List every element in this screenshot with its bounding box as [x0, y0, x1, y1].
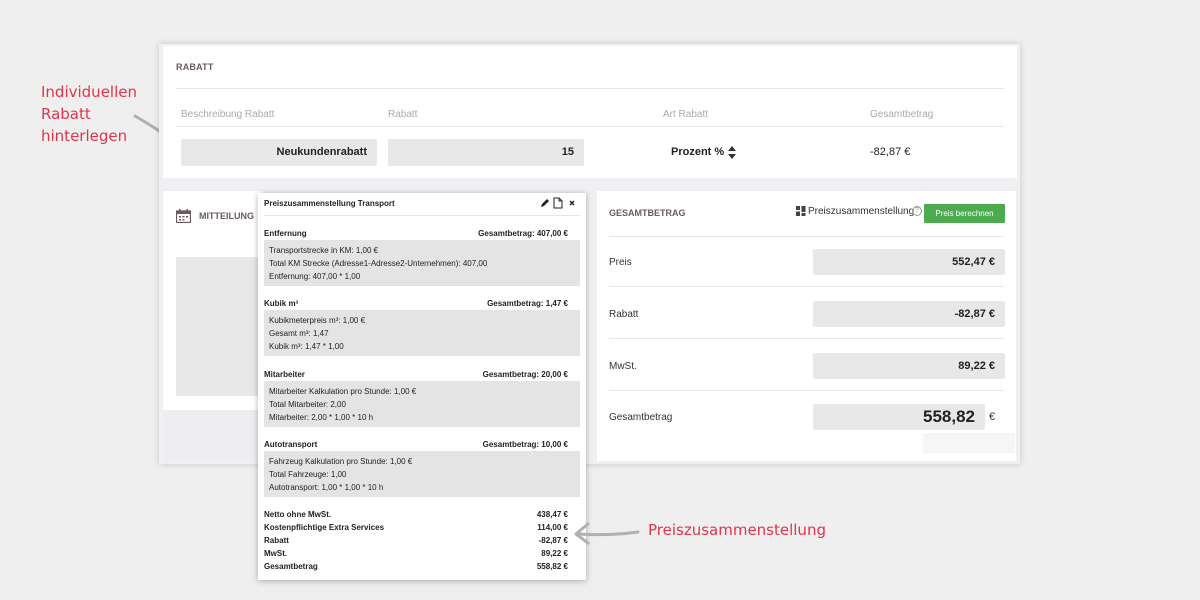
- section-autotransport-total: Gesamtbetrag: 10,00 €: [482, 440, 568, 449]
- arrow-icon: [574, 522, 640, 545]
- gesamtbetrag-value[interactable]: 558,82: [813, 404, 985, 430]
- summary-value: -82,87 €: [538, 536, 568, 545]
- detail-line: Entfernung: 407,00 * 1,00: [269, 272, 361, 281]
- col-header-art: Art Rabatt: [663, 109, 709, 120]
- annotation-rabatt: Individuellen Rabatt hinterlegen: [41, 81, 137, 147]
- help-icon[interactable]: ?: [912, 206, 922, 216]
- summary-label: Rabatt: [264, 536, 289, 545]
- summary-value: 89,22 €: [541, 549, 568, 558]
- col-header-gesamtbetrag: Gesamtbetrag: [870, 109, 934, 120]
- gesamtbetrag-card: GESAMTBETRAG Preiszusammenstellung ? Pre…: [597, 191, 1016, 461]
- mitteilung-title: MITTEILUNG: [199, 211, 254, 221]
- section-entfernung-details: Transportstrecke in KM: 1,00 € Total KM …: [264, 240, 580, 286]
- detail-line: Fahrzeug Kalkulation pro Stunde: 1,00 €: [269, 457, 413, 466]
- section-kubik-total: Gesamtbetrag: 1,47 €: [487, 299, 568, 308]
- section-kubik-title: Kubik m³: [264, 299, 299, 308]
- detail-line: Mitarbeiter: 2,00 * 1,00 * 10 h: [269, 413, 374, 422]
- currency-symbol: €: [989, 411, 996, 423]
- calendar-icon: [176, 209, 191, 223]
- rabatt-input[interactable]: 15: [388, 139, 584, 166]
- summary-row: Netto ohne MwSt. 438,47 €: [264, 510, 568, 519]
- preiszusammenstellung-popup: Preiszusammenstellung Transport Entfernu…: [258, 193, 586, 580]
- divider: [609, 286, 1004, 287]
- detail-line: Transportstrecke in KM: 1,00 €: [269, 246, 379, 255]
- close-icon[interactable]: [569, 200, 575, 206]
- summary-label: Netto ohne MwSt.: [264, 510, 332, 519]
- summary-value: 558,82 €: [536, 562, 568, 571]
- detail-line: Autotransport: 1,00 * 1,00 * 10 h: [269, 483, 384, 492]
- rabatt-gesamtbetrag: -82,87 €: [870, 146, 911, 158]
- detail-line: Gesamt m³: 1,47: [269, 329, 329, 338]
- section-entfernung-title: Entfernung: [264, 229, 307, 238]
- detail-line: Mitarbeiter Kalkulation pro Stunde: 1,00…: [269, 387, 417, 396]
- annotation-line: hinterlegen: [41, 127, 128, 145]
- edit-icon[interactable]: [541, 199, 549, 207]
- summary-row: MwSt. 89,22 €: [264, 549, 568, 558]
- rabatt-card: RABATT Beschreibung Rabatt Rabatt Art Ra…: [163, 46, 1017, 178]
- mitteilung-footer: [163, 410, 263, 462]
- popup-toolbar: [541, 197, 575, 209]
- detail-line: Total Mitarbeiter: 2,00: [269, 400, 346, 409]
- grid-icon: [796, 206, 806, 216]
- detail-line: Kubikmeterpreis m³: 1,00 €: [269, 316, 366, 325]
- summary-row: Kostenpflichtige Extra Services 114,00 €: [264, 523, 568, 532]
- divider: [176, 88, 1004, 89]
- detail-line: Total KM Strecke (Adresse1-Adresse2-Unte…: [269, 259, 488, 268]
- section-autotransport-title: Autotransport: [264, 440, 318, 449]
- summary-value: 438,47 €: [536, 510, 568, 519]
- section-autotransport-details: Fahrzeug Kalkulation pro Stunde: 1,00 € …: [264, 451, 580, 497]
- section-mitarbeiter-total: Gesamtbetrag: 20,00 €: [482, 370, 568, 379]
- section-kubik-details: Kubikmeterpreis m³: 1,00 € Gesamt m³: 1,…: [264, 310, 580, 356]
- section-entfernung-total: Gesamtbetrag: 407,00 €: [478, 229, 568, 238]
- preiszusammenstellung-link[interactable]: Preiszusammenstellung: [808, 206, 914, 217]
- section-mitarbeiter-title: Mitarbeiter: [264, 370, 305, 379]
- col-header-beschreibung: Beschreibung Rabatt: [181, 109, 275, 120]
- popup-title: Preiszusammenstellung Transport: [264, 199, 395, 208]
- preis-label: Preis: [609, 257, 632, 268]
- col-header-rabatt: Rabatt: [388, 109, 418, 120]
- sort-icon[interactable]: [728, 146, 736, 159]
- preis-value[interactable]: 552,47 €: [813, 249, 1005, 275]
- annotation-line: Individuellen: [41, 83, 137, 101]
- divider: [609, 390, 1004, 391]
- summary-value: 114,00 €: [537, 523, 568, 532]
- beschreibung-input[interactable]: Neukundenrabatt: [181, 139, 377, 166]
- mwst-value[interactable]: 89,22 €: [813, 353, 1005, 379]
- gesamtbetrag-label: Gesamtbetrag: [609, 412, 673, 423]
- divider: [264, 215, 580, 216]
- divider: [609, 338, 1004, 339]
- summary-label: Gesamtbetrag: [264, 562, 318, 571]
- summary-row: Rabatt -82,87 €: [264, 536, 568, 545]
- gesamtbetrag-title: GESAMTBETRAG: [609, 208, 686, 218]
- mitteilung-textarea[interactable]: [176, 257, 263, 396]
- mitteilung-card: MITTEILUNG: [163, 191, 263, 410]
- summary-label: Kostenpflichtige Extra Services: [264, 523, 385, 532]
- annotation-preiszusammenstellung: Preiszusammenstellung: [648, 521, 826, 539]
- section-mitarbeiter-details: Mitarbeiter Kalkulation pro Stunde: 1,00…: [264, 381, 580, 427]
- document-icon[interactable]: [553, 197, 563, 209]
- gesamtbetrag-footer: [923, 433, 1015, 453]
- summary-label: MwSt.: [264, 549, 288, 558]
- rabatt-title: RABATT: [176, 62, 214, 72]
- rabatt-value[interactable]: -82,87 €: [813, 301, 1005, 327]
- divider: [609, 236, 1004, 237]
- summary-row: Gesamtbetrag 558,82 €: [264, 562, 568, 571]
- art-rabatt-select[interactable]: Prozent %: [671, 146, 724, 158]
- detail-line: Kubik m³: 1,47 * 1,00: [269, 342, 344, 351]
- rabatt-label: Rabatt: [609, 309, 639, 320]
- preis-berechnen-button[interactable]: Preis berechnen: [924, 204, 1005, 223]
- detail-line: Total Fahrzeuge: 1,00: [269, 470, 347, 479]
- mwst-label: MwSt.: [609, 361, 637, 372]
- annotation-line: Rabatt: [41, 105, 91, 123]
- divider: [176, 126, 1004, 127]
